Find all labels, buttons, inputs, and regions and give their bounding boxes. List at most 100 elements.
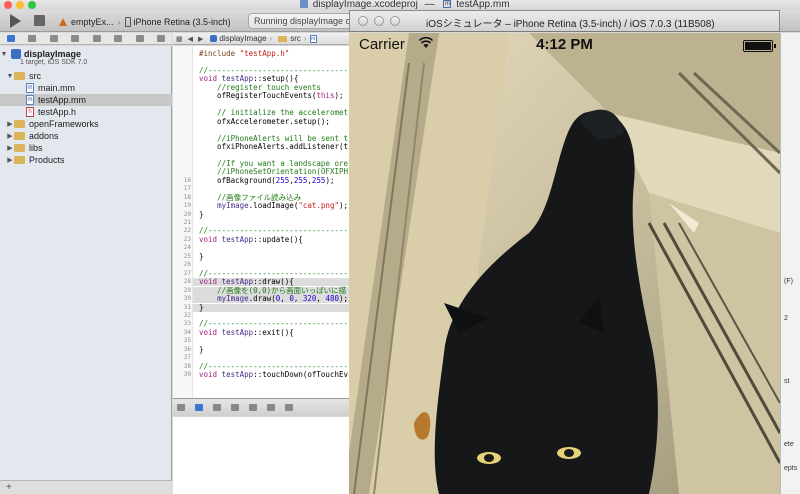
project-subtitle: 1 target, iOS SDK 7.0 [20, 59, 88, 66]
line-number: 33 [183, 320, 191, 328]
disclosure-open-icon[interactable]: ▼ [0, 51, 8, 58]
status-clock: 4:12 PM [536, 36, 593, 53]
source-editor[interactable]: 16 17 18 19 20 21 22 23 24 25 26 27 28 29 30 31 32 33 34 35… [173, 46, 349, 398]
test-navigator-tab[interactable] [92, 35, 101, 42]
project-icon [11, 49, 21, 59]
close-button[interactable] [358, 16, 368, 26]
simulator-screen[interactable]: Carrier 4:12 PM [349, 33, 780, 494]
disclosure-open-icon[interactable]: ▼ [6, 73, 14, 80]
log-navigator-tab[interactable] [157, 35, 166, 42]
nav-item-testapp-mm[interactable]: m testApp.mm [0, 94, 172, 106]
code-line[interactable]: } [199, 210, 204, 219]
line-number: 25 [183, 252, 191, 260]
debug-bar [173, 398, 349, 416]
nav-item-addons[interactable]: ▶ addons [0, 130, 172, 142]
disclosure-closed-icon[interactable]: ▶ [6, 132, 14, 140]
line-number: 36 [183, 345, 191, 353]
code-line[interactable]: ofxiPhoneAlerts.addListener(t [199, 142, 348, 151]
nav-item-label: libs [29, 143, 43, 153]
source-file-icon: m [443, 0, 452, 9]
back-arrow-icon[interactable]: ◀ [188, 35, 193, 43]
jump-bar-group[interactable]: src [290, 34, 301, 43]
code-line[interactable]: ofBackground(255,255,255); [199, 176, 334, 185]
code-line[interactable]: ofxAccelerometer.setup(); [199, 117, 330, 126]
symbol-navigator-tab[interactable] [28, 35, 37, 42]
folder-icon [14, 132, 25, 140]
location-icon[interactable] [285, 404, 293, 411]
code-line[interactable]: #include "testApp.h" [199, 50, 289, 58]
nav-item-products[interactable]: ▶ Products [0, 154, 172, 166]
source-file-icon: m [26, 83, 34, 93]
nav-item-src[interactable]: ▼ src [0, 70, 172, 82]
code-line[interactable]: void testApp::exit(){ [199, 328, 294, 337]
code-line[interactable]: void testApp::update(){ [199, 235, 303, 244]
background-text: st [784, 378, 790, 385]
window-title: displayImage.xcodeproj — m testApp.mm [300, 0, 510, 10]
code-line[interactable]: myImage.loadImage("cat.png"); [199, 202, 348, 210]
highlighted-line [193, 303, 349, 312]
jump-bar-project[interactable]: displayImage [219, 34, 266, 43]
add-icon[interactable]: + [6, 482, 12, 493]
scheme-selector[interactable]: emptyEx... › iPhone Retina (3.5-inch) [58, 14, 231, 29]
disclosure-closed-icon[interactable]: ▶ [6, 144, 14, 152]
step-in-icon[interactable] [249, 404, 257, 411]
disclosure-closed-icon[interactable]: ▶ [6, 120, 14, 128]
code-line[interactable]: } [199, 303, 204, 312]
line-number: 22 [183, 227, 191, 235]
nav-item-main-mm[interactable]: m main.mm [0, 82, 172, 94]
step-out-icon[interactable] [267, 404, 275, 411]
nav-item-label: openFrameworks [29, 119, 99, 129]
line-number: 29 [183, 286, 191, 294]
forward-arrow-icon[interactable]: ▶ [198, 35, 203, 43]
disclosure-closed-icon[interactable]: ▶ [6, 156, 14, 164]
search-navigator-tab[interactable] [49, 35, 58, 42]
project-navigator-tab[interactable] [6, 35, 15, 42]
project-icon [210, 35, 218, 42]
breakpoint-navigator-tab[interactable] [135, 35, 144, 42]
jump-bar: ▦ ◀ ▶ displayImage › src › m [173, 33, 349, 45]
nav-item-openframeworks[interactable]: ▶ openFrameworks [0, 118, 172, 130]
code-line[interactable]: void testApp::touchDown(ofTouchEv [199, 371, 348, 379]
nav-item-label: Products [29, 155, 65, 165]
background-window: (F) 2 st ete epts [780, 33, 800, 494]
step-over-icon[interactable] [231, 404, 239, 411]
line-number: 23 [183, 235, 191, 243]
run-button[interactable] [10, 14, 21, 28]
zoom-button[interactable] [390, 16, 400, 26]
nav-item-label: src [29, 71, 41, 81]
zoom-button[interactable] [28, 1, 36, 9]
project-icon [300, 0, 308, 9]
minimize-button[interactable] [16, 1, 24, 9]
line-number-gutter[interactable]: 16 17 18 19 20 21 22 23 24 25 26 27 28 29 30 31 32 33 34 35… [173, 46, 193, 398]
project-name: displayImage [24, 49, 82, 59]
code-line[interactable]: ofRegisterTouchEvents(this); [199, 92, 343, 100]
hide-debug-area-icon[interactable] [177, 404, 185, 411]
code-line[interactable]: } [199, 345, 204, 354]
nav-item-label: testApp.h [38, 107, 77, 117]
line-number: 17 [183, 185, 191, 193]
header-file-icon: h [26, 107, 34, 117]
jump-bar-file[interactable]: m [309, 34, 317, 43]
minimize-button[interactable] [374, 16, 384, 26]
line-number: 24 [183, 244, 191, 252]
nav-item-label: testApp.mm [38, 95, 87, 105]
pause-icon[interactable] [213, 404, 221, 411]
issue-navigator-tab[interactable] [71, 35, 80, 42]
stop-button[interactable] [34, 15, 45, 26]
code-line[interactable]: // initialize the acceleromet [199, 109, 348, 117]
breakpoints-toggle-icon[interactable] [195, 404, 203, 411]
code-line[interactable]: myImage.draw(0, 0, 320, 480); [199, 295, 348, 303]
nav-item-libs[interactable]: ▶ libs [0, 142, 172, 154]
code-line[interactable]: } [199, 252, 204, 261]
close-button[interactable] [4, 1, 12, 9]
scheme-label: emptyEx... [71, 16, 114, 27]
background-text: ete [784, 441, 794, 448]
related-items-icon[interactable]: ▦ [176, 35, 183, 43]
nav-item-label: main.mm [38, 83, 76, 93]
line-number: 32 [183, 311, 191, 319]
debug-navigator-tab[interactable] [114, 35, 123, 42]
nav-item-testapp-h[interactable]: h testApp.h [0, 106, 172, 118]
folder-icon [14, 156, 25, 164]
simulator-title: iOSシミュレータ – iPhone Retina (3.5-inch) / i… [426, 19, 715, 30]
folder-icon [14, 144, 25, 152]
